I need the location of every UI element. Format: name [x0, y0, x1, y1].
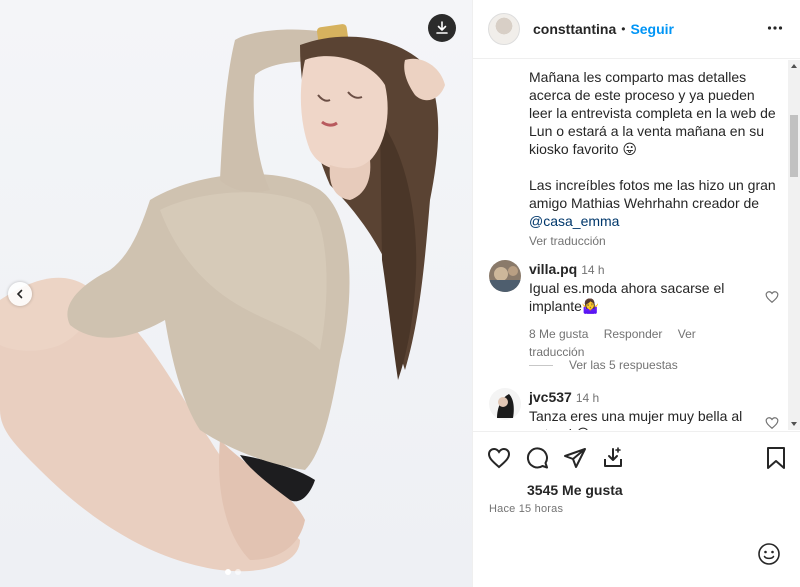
heart-icon	[765, 291, 779, 304]
avatar-image	[489, 260, 521, 292]
share-button[interactable]	[563, 446, 587, 475]
bookmark-icon	[767, 447, 785, 469]
more-horizontal-icon	[767, 26, 783, 30]
avatar-image	[489, 388, 521, 420]
paper-plane-icon	[564, 448, 586, 468]
commenter-avatar[interactable]	[489, 388, 521, 420]
heart-icon	[487, 447, 511, 469]
comment-time: 14 h	[581, 263, 605, 277]
commenter-avatar[interactable]	[489, 260, 521, 292]
author-username[interactable]: consttantina	[533, 21, 616, 37]
follow-button[interactable]: Seguir	[630, 21, 674, 37]
save-button[interactable]	[765, 446, 787, 475]
view-replies-link[interactable]: Ver las 5 respuestas	[529, 358, 678, 372]
scroll-down-arrow[interactable]	[791, 422, 797, 426]
add-to-story-button[interactable]	[601, 446, 625, 475]
comments-scrollbar[interactable]	[788, 60, 800, 430]
comment-meta: 8 Me gusta Responder Ver traducción	[529, 325, 759, 361]
comment-likes-link[interactable]: 8 Me gusta	[529, 327, 588, 341]
comment-like-button[interactable]	[765, 290, 779, 309]
like-button[interactable]	[487, 446, 511, 475]
download-icon	[436, 21, 448, 34]
heart-icon	[765, 417, 779, 430]
author-avatar[interactable]	[488, 13, 520, 45]
comment-username[interactable]: villa.pq	[529, 261, 577, 277]
comment-reply-link[interactable]: Responder	[604, 327, 663, 341]
caption-paragraph-2: Las increíbles fotos me las hizo un gran…	[529, 176, 779, 230]
carousel-dot	[235, 569, 241, 575]
action-icons-row	[487, 446, 625, 475]
post-timestamp: Hace 15 horas	[489, 503, 564, 515]
caption-paragraph-1: Mañana les comparto mas detalles acerca …	[529, 69, 776, 157]
chevron-left-icon	[16, 289, 23, 299]
caption-paragraph-2-text: Las increíbles fotos me las hizo un gran…	[529, 177, 776, 211]
comments-list[interactable]: Mañana les comparto mas detalles acerca …	[473, 60, 789, 430]
smiley-icon	[758, 543, 780, 565]
share-tray-icon	[604, 447, 622, 467]
post-side-panel: consttantina • Seguir Mañana les compart…	[472, 0, 800, 587]
comment-body: jvc537 14 h Tanza eres una mujer muy bell…	[529, 388, 759, 430]
replies-divider	[529, 364, 553, 366]
caption-mention-link[interactable]: @casa_emma	[529, 213, 619, 229]
caption-translate-link[interactable]: Ver traducción	[529, 232, 606, 250]
post-caption: Mañana les comparto mas detalles acerca …	[529, 68, 779, 248]
scroll-up-arrow[interactable]	[791, 64, 797, 68]
download-button[interactable]	[428, 14, 456, 42]
header-separator: •	[621, 22, 626, 36]
post-photo[interactable]	[0, 0, 472, 587]
comment-text: Tanza eres una mujer muy bella al natura…	[529, 408, 743, 430]
comment-username[interactable]: jvc537	[529, 389, 572, 405]
more-options-button[interactable]	[767, 20, 783, 41]
post-header: consttantina • Seguir	[473, 0, 800, 59]
comment-icon	[526, 447, 548, 469]
post-actions: 3545 Me gusta Hace 15 horas	[473, 431, 800, 587]
carousel-prev-button[interactable]	[8, 282, 32, 306]
carousel-indicator	[225, 569, 241, 575]
view-replies-label: Ver las 5 respuestas	[569, 358, 678, 372]
scroll-thumb[interactable]	[790, 115, 798, 177]
comment-text: Igual es.moda ahora sacarse el implante🤷…	[529, 280, 725, 314]
emoji-button[interactable]	[757, 542, 781, 571]
comment-like-button[interactable]	[765, 416, 779, 430]
comment-time: 14 h	[575, 391, 600, 405]
carousel-dot-active	[225, 569, 231, 575]
comment-body: villa.pq 14 h Igual es.moda ahora sacarse…	[529, 260, 759, 361]
woman-photo-image	[0, 24, 445, 572]
likes-count[interactable]: 3545 Me gusta	[527, 482, 623, 498]
comment-button[interactable]	[525, 446, 549, 475]
